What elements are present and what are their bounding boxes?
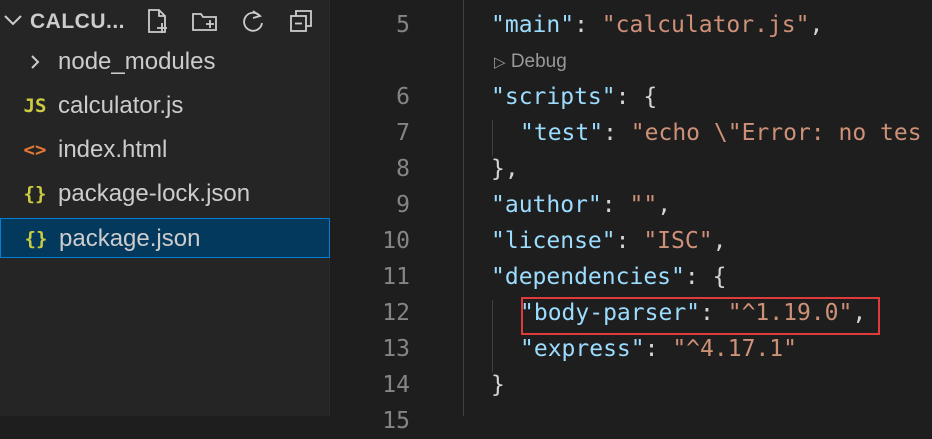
json-punctuation: : xyxy=(615,228,644,254)
refresh-icon[interactable] xyxy=(238,6,268,36)
explorer-sidebar: CALCU... node_modules JS calculator.js <> in… xyxy=(0,0,330,416)
line-number: 7 xyxy=(396,120,410,146)
root-folder-title[interactable]: CALCU... xyxy=(30,9,125,35)
tree-item[interactable]: {} package.json xyxy=(0,218,330,258)
json-punctuation: , xyxy=(712,228,727,254)
line-number: 5 xyxy=(396,12,410,38)
json-punctuation: : xyxy=(574,12,602,38)
json-punctuation: } xyxy=(491,372,505,398)
line-number: 10 xyxy=(382,228,410,254)
code-line: "main": "calculator.js", xyxy=(491,7,823,43)
code-editor[interactable]: ▷ Debug 5 "main": "calculator.js", 6 "scrip… xyxy=(330,0,932,434)
tree-item[interactable]: <> index.html xyxy=(0,130,330,170)
tree-item-label: node_modules xyxy=(58,48,216,75)
code-line: "dependencies": { xyxy=(491,259,726,295)
json-string: "" xyxy=(629,192,658,218)
chevron-down-icon[interactable] xyxy=(2,9,24,31)
json-string: "echo \"Error: no tes xyxy=(630,120,922,146)
line-number: 8 xyxy=(396,156,410,182)
json-punctuation: : { xyxy=(615,84,658,110)
tree-item[interactable]: node_modules xyxy=(0,42,330,82)
chevron-right-icon xyxy=(22,42,48,82)
json-punctuation: : xyxy=(601,192,630,218)
highlight-annotation xyxy=(521,297,880,335)
html-icon: <> xyxy=(23,139,47,161)
code-line: "scripts": { xyxy=(491,79,657,115)
debug-codelens[interactable]: ▷ Debug xyxy=(494,48,567,76)
json-key: "express" xyxy=(520,336,645,362)
codelens-label: Debug xyxy=(510,51,567,72)
line-number: 12 xyxy=(382,300,410,326)
json-icon: {} xyxy=(24,228,48,250)
code-line: "author": "", xyxy=(491,187,671,223)
code-line: } xyxy=(491,367,505,403)
line-number: 13 xyxy=(382,336,410,362)
explorer-header: CALCU... xyxy=(0,0,330,42)
json-key: "license" xyxy=(491,228,616,254)
line-number: 6 xyxy=(396,84,410,110)
json-punctuation: : { xyxy=(684,264,727,290)
json-punctuation: : xyxy=(644,336,673,362)
json-key: "scripts" xyxy=(491,84,616,110)
code-line: }, xyxy=(491,151,519,187)
tree-item[interactable]: JS calculator.js xyxy=(0,86,330,126)
tree-item[interactable]: {} package-lock.json xyxy=(0,174,330,214)
json-key: "author" xyxy=(491,192,602,218)
code-line: "test": "echo \"Error: no tes xyxy=(520,115,922,151)
line-number: 9 xyxy=(396,192,410,218)
json-key: "dependencies" xyxy=(491,264,685,290)
code-line: "express": "^4.17.1" xyxy=(520,331,797,367)
new-file-icon[interactable] xyxy=(142,6,172,36)
indent-guide xyxy=(492,300,493,372)
line-number: 14 xyxy=(382,372,410,398)
json-string: "^4.17.1" xyxy=(672,336,797,362)
json-punctuation: , xyxy=(657,192,672,218)
new-folder-icon[interactable] xyxy=(190,6,220,36)
tree-item-label: package.json xyxy=(59,225,201,252)
indent-guide xyxy=(463,0,464,416)
json-key: "test" xyxy=(520,120,604,146)
json-key: "main" xyxy=(491,12,575,38)
json-string: "ISC" xyxy=(643,228,713,254)
json-punctuation: : xyxy=(603,120,631,146)
play-icon: ▷ xyxy=(494,54,506,71)
tree-item-label: calculator.js xyxy=(58,92,184,119)
javascript-icon: JS xyxy=(23,95,47,117)
collapse-all-icon[interactable] xyxy=(286,6,316,36)
json-punctuation: }, xyxy=(491,156,519,182)
json-punctuation: , xyxy=(809,12,824,38)
json-icon: {} xyxy=(23,183,47,205)
line-number: 11 xyxy=(382,264,410,290)
line-number: 15 xyxy=(382,408,410,434)
tree-item-label: package-lock.json xyxy=(58,180,251,207)
code-line: "license": "ISC", xyxy=(491,223,726,259)
tree-item-label: index.html xyxy=(58,136,168,163)
json-string: "calculator.js" xyxy=(601,12,810,38)
